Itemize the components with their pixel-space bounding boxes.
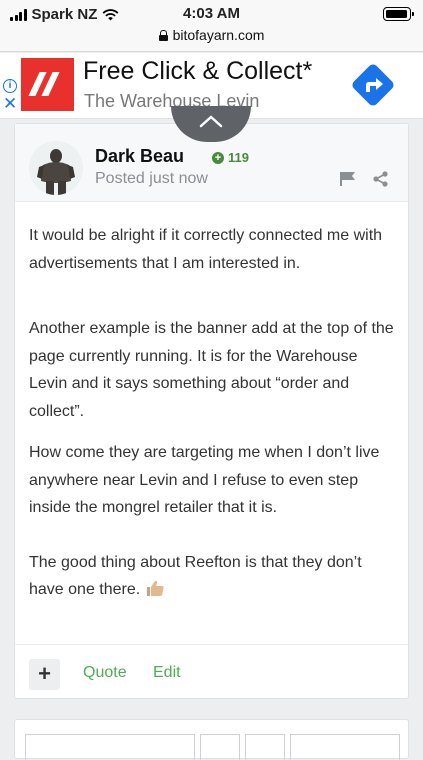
- post-body: It would be alright if it correctly conn…: [29, 222, 399, 604]
- post-paragraph: How come they are targeting me when I do…: [29, 444, 380, 516]
- reputation-count: 119: [228, 150, 249, 165]
- author-name[interactable]: Dark Beau: [95, 146, 184, 167]
- edit-button[interactable]: Edit: [153, 664, 181, 682]
- ad-title[interactable]: Free Click & Collect*: [83, 57, 312, 86]
- chevron-up-icon: [199, 115, 223, 128]
- share-icon[interactable]: [372, 171, 389, 187]
- url-bar[interactable]: bitofayarn.com: [0, 24, 423, 52]
- ad-close-icon[interactable]: ✕: [3, 95, 17, 112]
- post-paragraph-last: The good thing about Reefton is that the…: [29, 549, 399, 604]
- ad-info-icon[interactable]: i: [3, 79, 17, 93]
- quote-button[interactable]: Quote: [83, 664, 127, 682]
- multiquote-button[interactable]: +: [29, 659, 60, 690]
- flag-icon[interactable]: [339, 171, 356, 187]
- thumbs-up-icon: [146, 580, 164, 596]
- directions-icon[interactable]: [350, 62, 396, 108]
- editor-toolbar-cell[interactable]: [200, 734, 240, 760]
- posted-time[interactable]: Posted just now: [95, 170, 208, 188]
- url-domain: bitofayarn.com: [172, 27, 265, 43]
- post-paragraph: It would be alright if it correctly conn…: [29, 227, 383, 272]
- post-paragraph: The good thing about Reefton is that the…: [29, 553, 362, 599]
- avatar[interactable]: [29, 141, 83, 195]
- battery-icon: [383, 7, 414, 21]
- lock-icon: [158, 29, 168, 41]
- plus-circle-icon: +: [212, 151, 224, 164]
- reply-editor-card: [14, 719, 409, 760]
- post-footer: + Quote Edit: [15, 644, 408, 699]
- reputation-badge: + 119: [212, 150, 249, 165]
- editor-toolbar-cell[interactable]: [245, 734, 285, 760]
- clock: 4:03 AM: [183, 5, 240, 22]
- post-card: Dark Beau + 119 Posted just now It would…: [14, 123, 409, 699]
- editor-toolbar-cell[interactable]: [290, 734, 400, 760]
- warehouse-logo-icon[interactable]: [21, 58, 74, 111]
- editor-toolbar-cell[interactable]: [25, 734, 195, 760]
- post-paragraph: Another example is the banner add at the…: [29, 320, 394, 420]
